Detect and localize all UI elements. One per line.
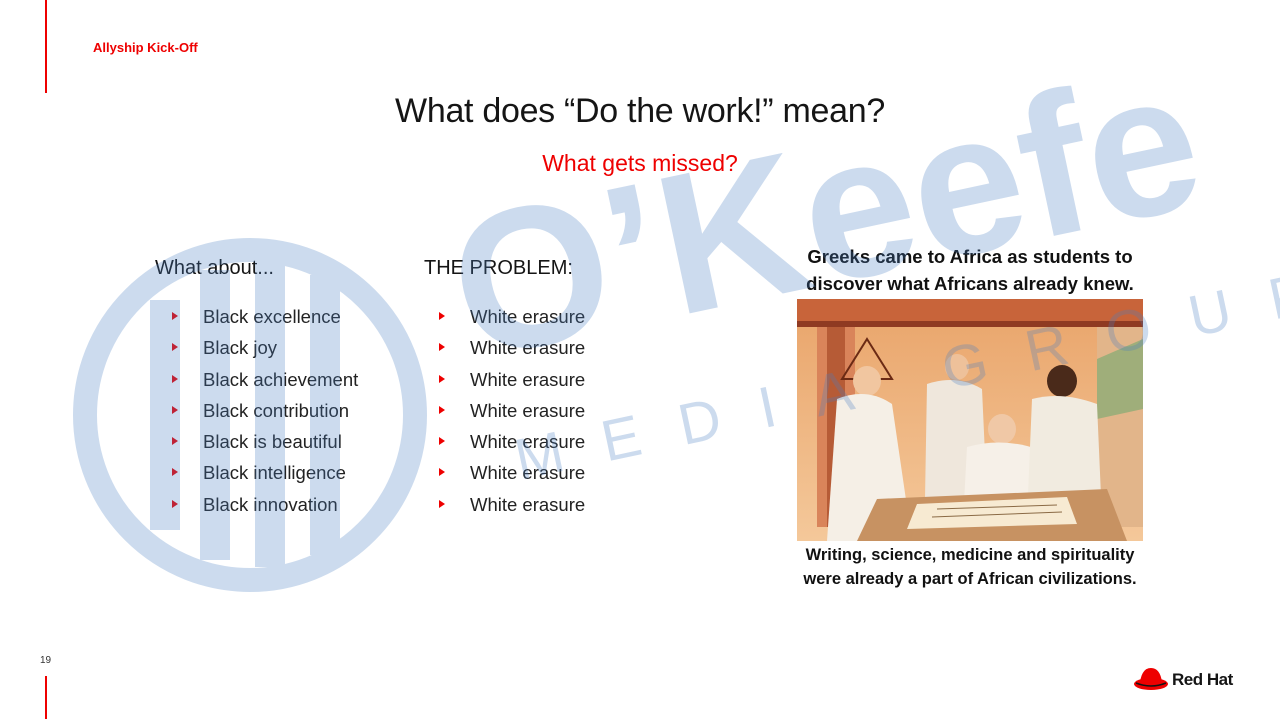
meme-illustration <box>797 299 1143 541</box>
red-hat-logo-icon <box>1134 668 1168 690</box>
meme-block: Greeks came to Africa as students to dis… <box>795 243 1145 591</box>
list-item: White erasure <box>437 429 585 460</box>
list-item: White erasure <box>437 492 585 523</box>
list-item: White erasure <box>437 398 585 429</box>
list-item-label: White erasure <box>470 431 586 453</box>
bullet-icon <box>439 468 445 477</box>
bullet-icon <box>439 499 445 508</box>
bullet-icon <box>439 312 445 320</box>
red-hat-logo-text: Red Hat <box>1172 670 1233 689</box>
list-item-label: Black innovation <box>203 493 338 515</box>
list-item-label: Black joy <box>203 337 278 359</box>
slide: Allyship Kick-Off 19 What does “Do the w… <box>0 0 1280 719</box>
list-item: Black joy <box>170 335 358 366</box>
deck-label: Allyship Kick-Off <box>93 40 198 55</box>
page-number: 19 <box>40 655 52 666</box>
bullet-icon <box>172 437 178 446</box>
list-item: Black contribution <box>170 398 358 429</box>
bullet-icon <box>439 374 445 383</box>
meme-caption-bottom: Writing, science, medicine and spiritual… <box>803 546 1137 588</box>
list-item-label: Black contribution <box>203 399 350 421</box>
bullet-icon <box>172 343 178 352</box>
bullet-icon <box>439 437 445 446</box>
bullet-icon <box>172 374 178 383</box>
list-item-label: Black achievement <box>203 368 359 390</box>
list-item-label: White erasure <box>470 399 586 421</box>
list-item: White erasure <box>437 460 585 491</box>
bullet-icon <box>172 405 178 414</box>
list-item-label: White erasure <box>470 337 586 359</box>
list-item: Black is beautiful <box>170 429 358 460</box>
list-item-label: Black is beautiful <box>203 431 342 453</box>
bullet-icon <box>439 405 445 414</box>
illustration-scholars <box>797 299 1143 541</box>
meme-caption-top: Greeks came to Africa as students to dis… <box>806 246 1134 294</box>
list-item: White erasure <box>437 335 585 366</box>
left-bullet-list: Black excellence Black joy Black achieve… <box>170 304 358 523</box>
list-item-label: White erasure <box>470 306 586 327</box>
bullet-icon <box>172 468 178 477</box>
left-column-heading: What about... <box>155 257 274 279</box>
list-item: Black excellence <box>170 304 358 335</box>
slide-title: What does “Do the work!” mean? <box>395 92 885 130</box>
list-item-label: Black excellence <box>203 306 341 327</box>
middle-bullet-list: White erasure White erasure White erasur… <box>437 304 585 523</box>
middle-column-heading: THE PROBLEM: <box>424 257 573 279</box>
list-item: Black innovation <box>170 492 358 523</box>
list-item-label: White erasure <box>470 368 586 390</box>
list-item: White erasure <box>437 304 585 335</box>
slide-subtitle: What gets missed? <box>542 150 738 176</box>
bullet-icon <box>172 499 178 508</box>
accent-line-top <box>45 0 47 93</box>
list-item: Black intelligence <box>170 460 358 491</box>
list-item: Black achievement <box>170 367 358 398</box>
list-item-label: White erasure <box>470 493 586 515</box>
accent-line-bottom <box>45 676 47 719</box>
bullet-icon <box>172 312 178 320</box>
list-item-label: White erasure <box>470 462 586 484</box>
bullet-icon <box>439 343 445 352</box>
list-item-label: Black intelligence <box>203 462 346 484</box>
list-item: White erasure <box>437 367 585 398</box>
